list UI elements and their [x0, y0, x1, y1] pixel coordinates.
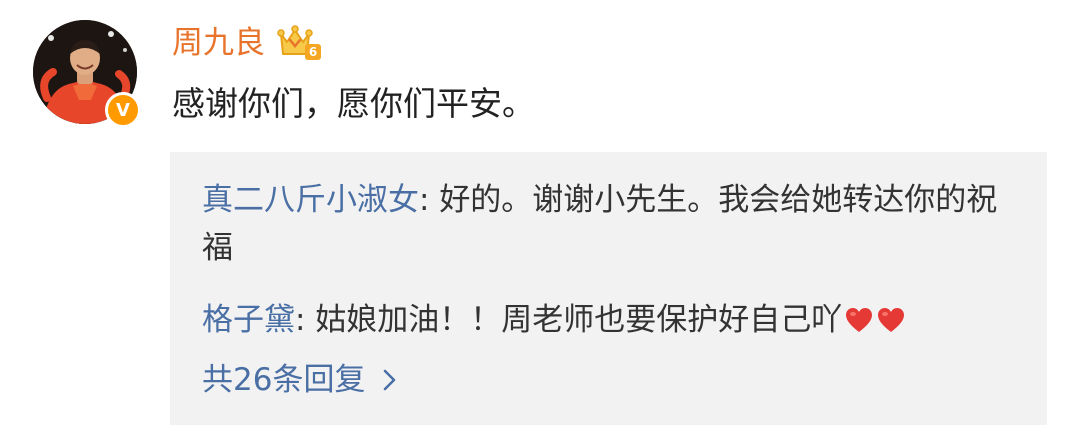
view-all-replies-link[interactable]: 共26条回复 [202, 356, 401, 404]
reply-author[interactable]: 格子黛 [202, 302, 295, 338]
reply-separator: : [419, 182, 440, 218]
reply-text: 姑娘加油！！周老师也要保护好自己吖 [315, 302, 843, 338]
username[interactable]: 周九良 [172, 23, 265, 63]
reply-preview-box[interactable]: 真二八斤小淑女: 好的。谢谢小先生。我会给她转达你的祝福 格子黛: 姑娘加油！！… [170, 152, 1047, 425]
reply-item[interactable]: 真二八斤小淑女: 好的。谢谢小先生。我会给她转达你的祝福 [202, 176, 1023, 272]
member-crown-icon[interactable]: 6 [275, 24, 321, 62]
reply-separator: : [295, 302, 316, 338]
member-level-badge: 6 [305, 44, 321, 60]
verified-badge-icon: V [105, 92, 141, 128]
heart-icon [846, 308, 873, 332]
user-avatar[interactable]: V [33, 20, 141, 128]
post-header: 周九良 6 [172, 22, 321, 64]
heart-icon [878, 308, 905, 332]
reply-item[interactable]: 格子黛: 姑娘加油！！周老师也要保护好自己吖 [202, 296, 1023, 344]
reply-author[interactable]: 真二八斤小淑女 [202, 182, 419, 218]
post-text: 感谢你们，愿你们平安。 [172, 84, 535, 123]
chevron-right-icon [379, 356, 401, 404]
view-all-replies-label: 共26条回复 [202, 362, 366, 398]
